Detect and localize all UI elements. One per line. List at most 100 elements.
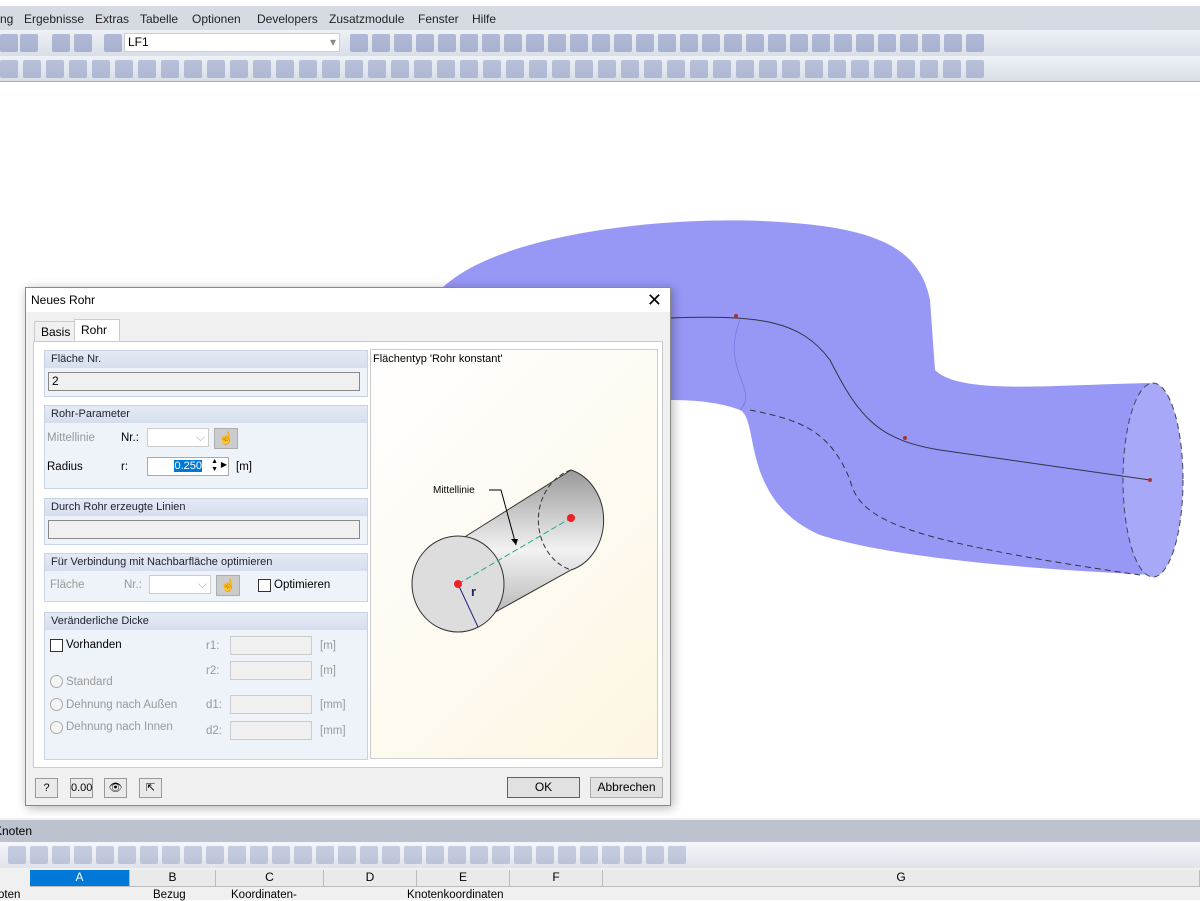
toolbar-button-icon[interactable] (514, 846, 532, 864)
close-icon[interactable]: ✕ (647, 290, 662, 311)
toolbar-button-icon[interactable] (878, 34, 896, 52)
column-header-e[interactable]: E (417, 870, 510, 887)
toolbar-button-icon[interactable] (614, 34, 632, 52)
toolbar-button-icon[interactable] (536, 846, 554, 864)
toolbar-button-icon[interactable] (161, 60, 179, 78)
toolbar-button-icon[interactable] (736, 60, 754, 78)
cancel-button[interactable]: Abbrechen (590, 777, 663, 798)
mittellinie-nr-select[interactable]: ⌵ (147, 428, 209, 447)
toolbar-button-icon[interactable] (482, 34, 500, 52)
toolbar-button-icon[interactable] (529, 60, 547, 78)
toolbar-button-icon[interactable] (338, 846, 356, 864)
radio-dehnung-aussen[interactable] (50, 698, 63, 711)
toolbar-button-icon[interactable] (322, 60, 340, 78)
toolbar-button-icon[interactable] (253, 60, 271, 78)
toolbar-button-icon[interactable] (460, 34, 478, 52)
radio-standard[interactable] (50, 675, 63, 688)
toolbar-button-icon[interactable] (504, 34, 522, 52)
radius-input[interactable]: 0.250 ▲ ▼ ▶ (147, 457, 229, 476)
toolbar-button-icon[interactable] (592, 34, 610, 52)
menu-optionen[interactable]: Optionen (192, 12, 241, 26)
toolbar-button-icon[interactable] (558, 846, 576, 864)
toolbar-button-icon[interactable] (206, 846, 224, 864)
pick-surface-button[interactable]: ☝ (216, 575, 240, 596)
toolbar-button-icon[interactable] (580, 846, 598, 864)
spin-arrows-icon[interactable]: ▲ ▼ (211, 458, 218, 474)
vorhanden-checkbox[interactable] (50, 639, 63, 652)
toolbar-button-icon[interactable] (690, 60, 708, 78)
menu-item[interactable]: ng (0, 12, 13, 26)
toolbar-button-icon[interactable] (184, 60, 202, 78)
toolbar-button-icon[interactable] (207, 60, 225, 78)
toolbar-button-icon[interactable] (416, 34, 434, 52)
toolbar-button-icon[interactable] (230, 60, 248, 78)
toolbar-button-icon[interactable] (96, 846, 114, 864)
toolbar-button-icon[interactable] (250, 846, 268, 864)
toolbar-button-icon[interactable] (316, 846, 334, 864)
toolbar-button-icon[interactable] (52, 34, 70, 52)
column-header-f[interactable]: F (510, 870, 603, 887)
d2-input[interactable] (230, 721, 312, 740)
toolbar-button-icon[interactable] (667, 60, 685, 78)
menu-fenster[interactable]: Fenster (418, 12, 459, 26)
toolbar-button-icon[interactable] (0, 60, 18, 78)
toolbar-button-icon[interactable] (624, 846, 642, 864)
toolbar-button-icon[interactable] (345, 60, 363, 78)
toolbar-button-icon[interactable] (598, 60, 616, 78)
pick-button[interactable]: ⇱ (139, 778, 162, 798)
toolbar-button-icon[interactable] (644, 60, 662, 78)
toolbar-button-icon[interactable] (621, 60, 639, 78)
toolbar-button-icon[interactable] (548, 34, 566, 52)
toolbar-button-icon[interactable] (414, 60, 432, 78)
toolbar-button-icon[interactable] (602, 846, 620, 864)
toolbar-button-icon[interactable] (404, 846, 422, 864)
toolbar-button-icon[interactable] (874, 60, 892, 78)
toolbar-button-icon[interactable] (92, 60, 110, 78)
toolbar-button-icon[interactable] (646, 846, 664, 864)
toolbar-button-icon[interactable] (140, 846, 158, 864)
toolbar-button-icon[interactable] (897, 60, 915, 78)
toolbar-button-icon[interactable] (104, 34, 122, 52)
toolbar-button-icon[interactable] (368, 60, 386, 78)
toolbar-button-icon[interactable] (790, 34, 808, 52)
toolbar-button-icon[interactable] (20, 34, 38, 52)
d1-input[interactable] (230, 695, 312, 714)
toolbar-button-icon[interactable] (74, 34, 92, 52)
toolbar-button-icon[interactable] (372, 34, 390, 52)
column-header-b[interactable]: B (130, 870, 216, 887)
toolbar-button-icon[interactable] (118, 846, 136, 864)
column-header-g[interactable]: G (603, 870, 1200, 887)
flaeche-nr-select[interactable]: ⌵ (149, 575, 211, 594)
toolbar-button-icon[interactable] (448, 846, 466, 864)
toolbar-button-icon[interactable] (922, 34, 940, 52)
toolbar-button-icon[interactable] (162, 846, 180, 864)
toolbar-button-icon[interactable] (966, 34, 984, 52)
toolbar-button-icon[interactable] (526, 34, 544, 52)
toolbar-button-icon[interactable] (437, 60, 455, 78)
r1-input[interactable] (230, 636, 312, 655)
arrow-right-icon[interactable]: ▶ (221, 460, 227, 469)
menu-extras[interactable]: Extras (95, 12, 129, 26)
radio-dehnung-innen[interactable] (50, 721, 63, 734)
toolbar-button-icon[interactable] (74, 846, 92, 864)
view-button[interactable]: 👁 (104, 778, 127, 798)
toolbar-button-icon[interactable] (426, 846, 444, 864)
toolbar-button-icon[interactable] (658, 34, 676, 52)
toolbar-button-icon[interactable] (23, 60, 41, 78)
menu-hilfe[interactable]: Hilfe (472, 12, 496, 26)
toolbar-button-icon[interactable] (272, 846, 290, 864)
toolbar-button-icon[interactable] (570, 34, 588, 52)
toolbar-button-icon[interactable] (382, 846, 400, 864)
toolbar-button-icon[interactable] (900, 34, 918, 52)
toolbar-button-icon[interactable] (391, 60, 409, 78)
toolbar-button-icon[interactable] (851, 60, 869, 78)
toolbar-button-icon[interactable] (668, 846, 686, 864)
toolbar-button-icon[interactable] (69, 60, 87, 78)
toolbar-button-icon[interactable] (856, 34, 874, 52)
toolbar-button-icon[interactable] (46, 60, 64, 78)
toolbar-button-icon[interactable] (702, 34, 720, 52)
units-button[interactable]: 0.00 (70, 778, 93, 798)
toolbar-button-icon[interactable] (483, 60, 501, 78)
toolbar-button-icon[interactable] (30, 846, 48, 864)
column-header-d[interactable]: D (324, 870, 417, 887)
